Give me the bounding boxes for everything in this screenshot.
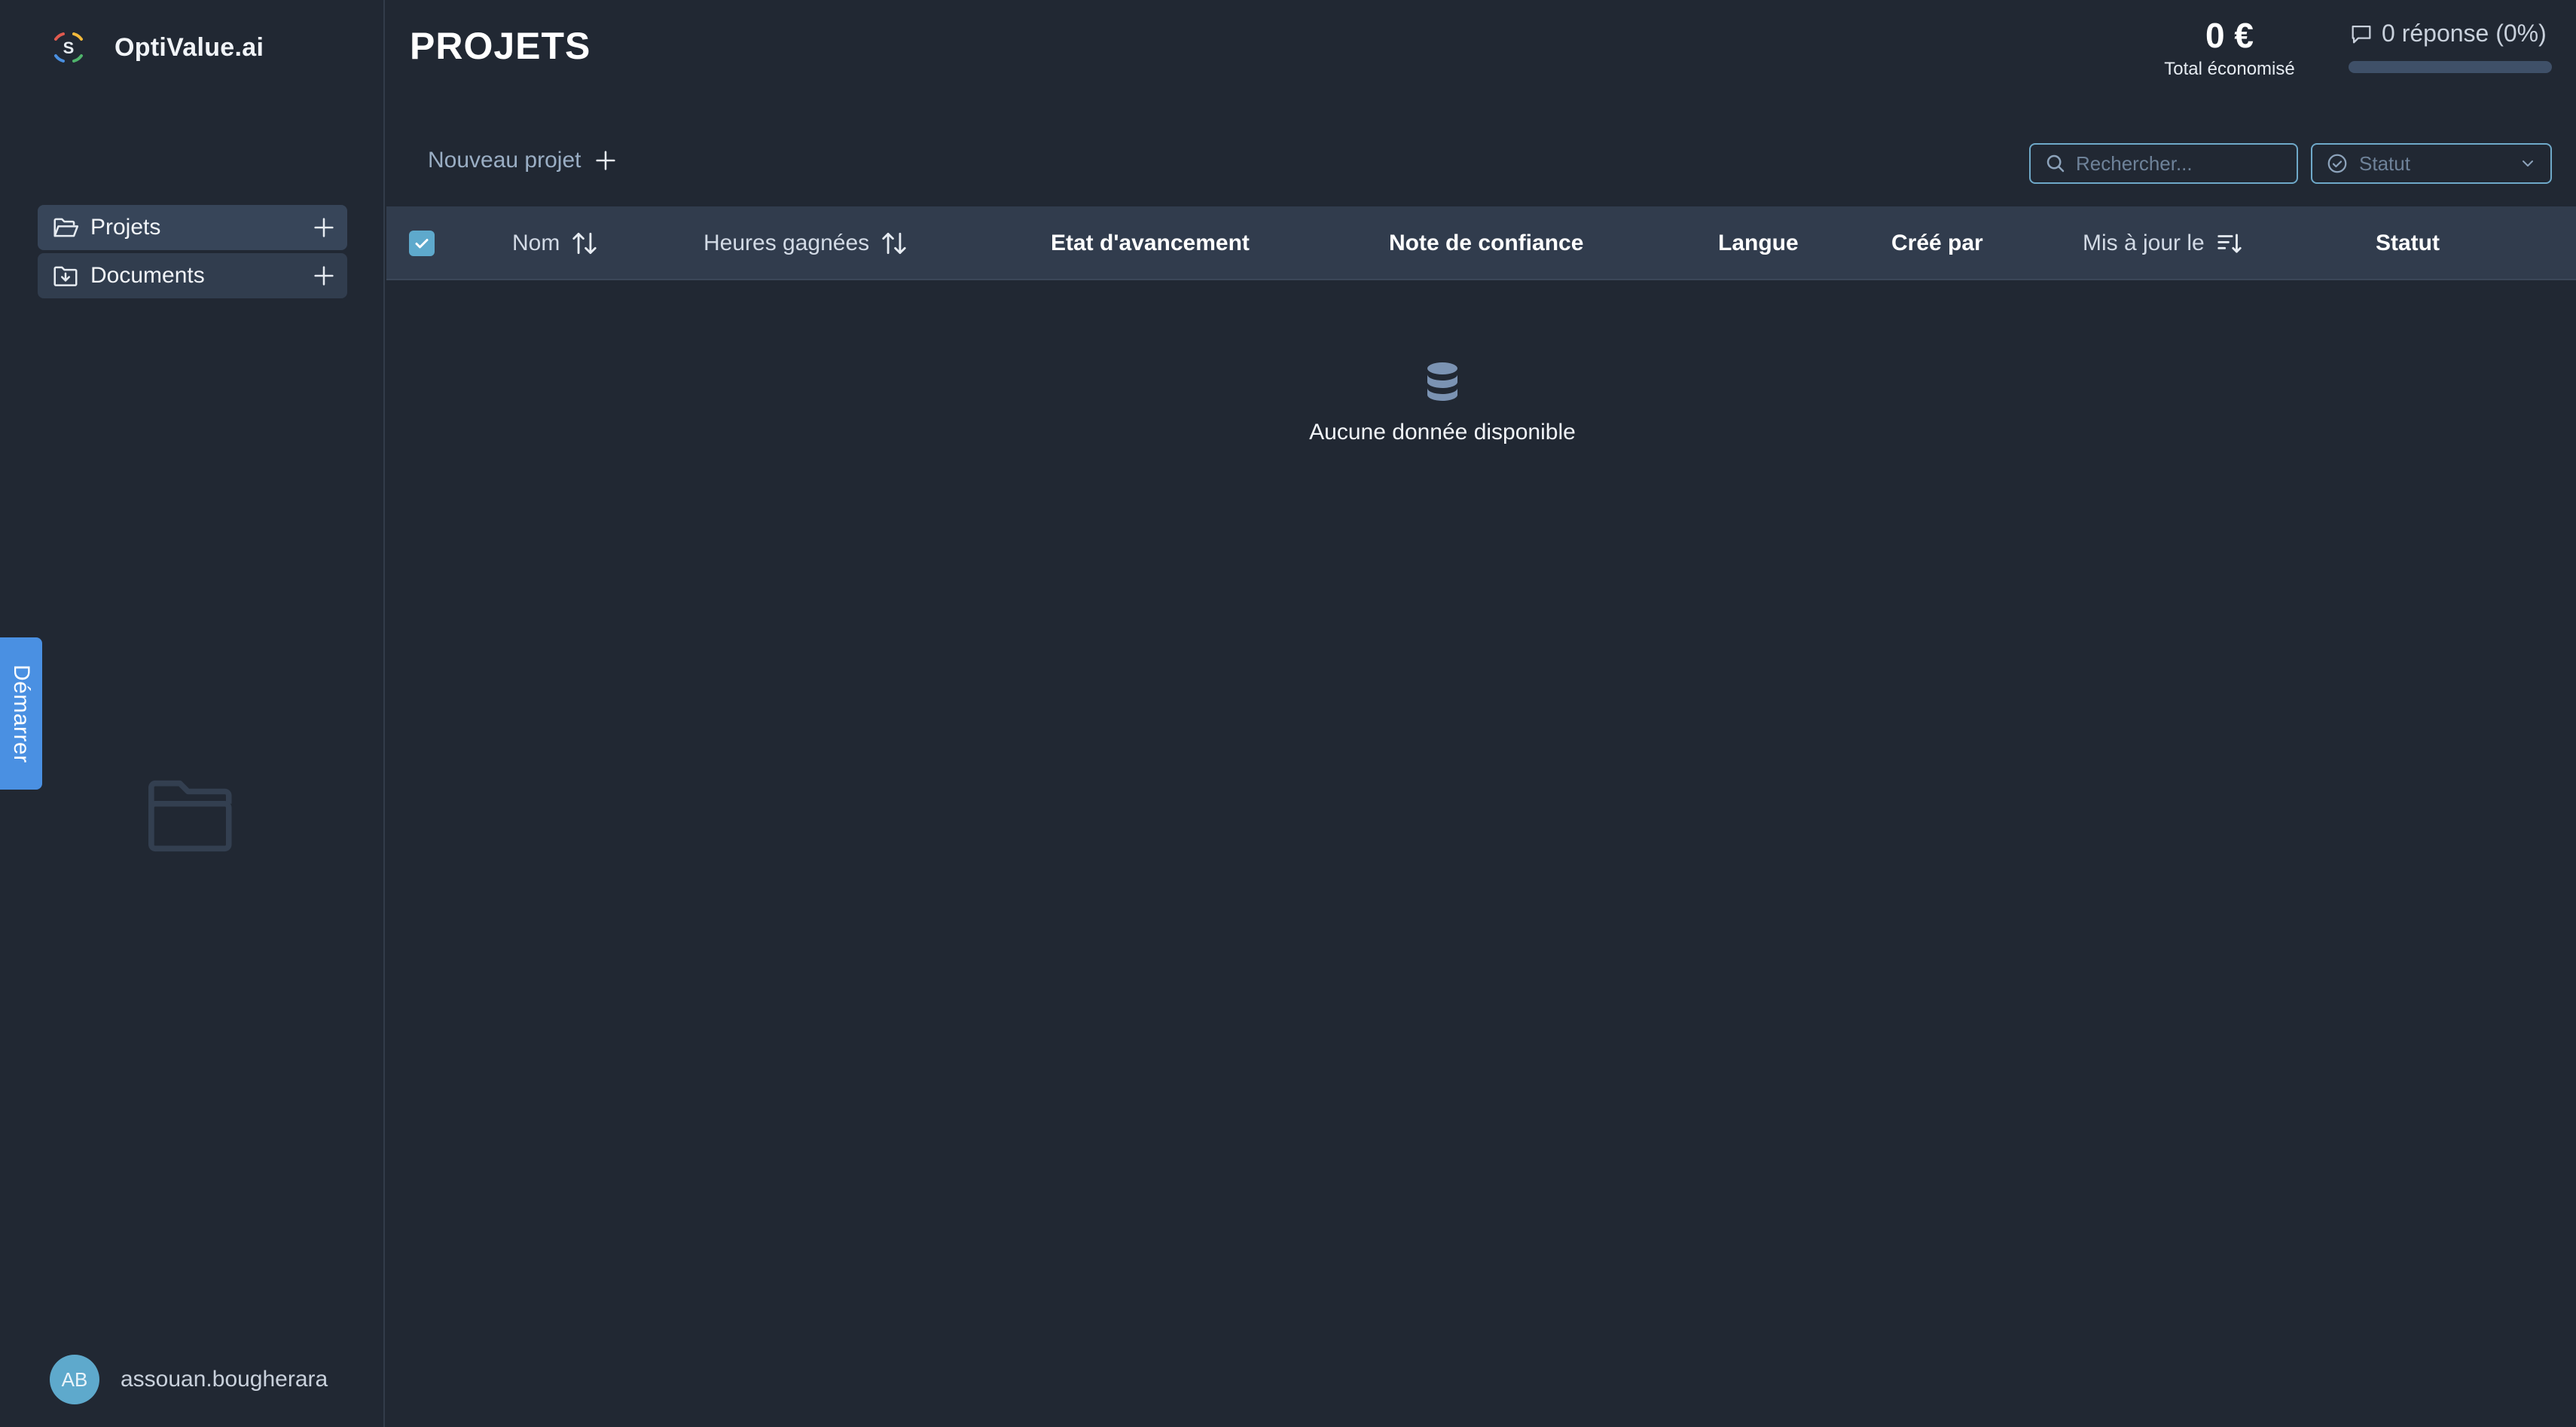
table-header: Nom Heures gagnées Etat d'avancement Not… [386, 206, 2576, 280]
sidebar-item-documents[interactable]: Documents [38, 253, 347, 298]
column-label: Etat d'avancement [1051, 231, 1250, 255]
sidebar: S OptiValue.ai Projets Documents AB asso… [0, 0, 385, 1427]
sidebar-item-label: Projets [90, 215, 161, 240]
status-filter-label: Statut [2359, 151, 2410, 175]
chevron-down-icon [2523, 160, 2533, 167]
column-label: Mis à jour le [2083, 231, 2205, 255]
sort-descending-icon [2217, 234, 2242, 253]
column-label: Statut [2376, 231, 2440, 255]
empty-state-text: Aucune donnée disponible [1309, 420, 1576, 445]
responses-text: 0 réponse (0%) [2382, 20, 2547, 47]
column-header-langue: Langue [1718, 206, 1799, 280]
sidebar-item-projets[interactable]: Projets [38, 205, 347, 250]
user-profile[interactable]: AB assouan.bougherara [50, 1355, 328, 1404]
logo-letter: S [63, 38, 75, 57]
app-name: OptiValue.ai [114, 32, 264, 62]
sidebar-item-label: Documents [90, 263, 205, 288]
add-project-icon[interactable] [311, 215, 337, 240]
column-header-mis-a-jour[interactable]: Mis à jour le [2083, 206, 2244, 280]
column-header-heures-gagnees[interactable]: Heures gagnées [704, 206, 908, 280]
sidebar-nav: Projets Documents [38, 205, 347, 301]
column-header-note-confiance: Note de confiance [1389, 206, 1583, 280]
table-empty-state: Aucune donnée disponible [1235, 362, 1650, 445]
search-input[interactable] [2076, 151, 2294, 176]
brand[interactable]: S OptiValue.ai [50, 29, 264, 66]
status-filter-select[interactable]: Statut [2311, 143, 2552, 184]
column-header-nom[interactable]: Nom [512, 206, 599, 280]
savings-value: 0 € [2205, 16, 2254, 55]
search-field[interactable] [2029, 143, 2298, 184]
start-button[interactable]: Démarrer [0, 637, 42, 790]
add-document-icon[interactable] [311, 263, 337, 289]
folder-download-icon [53, 266, 78, 286]
column-label: Nom [512, 231, 560, 255]
page-title: PROJETS [410, 25, 591, 67]
column-label: Langue [1718, 231, 1799, 255]
avatar: AB [50, 1355, 99, 1404]
folder-open-icon [53, 218, 79, 237]
savings-summary: 0 € Total économisé [2154, 15, 2305, 80]
column-header-cree-par: Créé par [1891, 206, 1983, 280]
app-logo-icon: S [54, 32, 83, 63]
plus-icon [596, 151, 616, 170]
sort-icon [882, 232, 906, 255]
column-header-etat-avancement: Etat d'avancement [1051, 206, 1250, 280]
empty-folder-icon [148, 780, 232, 852]
savings-label: Total économisé [2164, 59, 2295, 79]
sort-icon [572, 232, 597, 255]
new-project-label: Nouveau projet [428, 148, 581, 173]
start-label: Démarrer [9, 664, 34, 763]
column-label: Heures gagnées [704, 231, 870, 255]
search-icon [2046, 154, 2065, 173]
responses-progress-bar [2349, 61, 2552, 73]
checkmark-icon [415, 239, 429, 249]
select-all-checkbox[interactable] [409, 231, 435, 256]
chat-bubble-icon [2352, 25, 2371, 43]
column-label: Note de confiance [1389, 231, 1584, 255]
responses-summary[interactable]: 0 réponse (0%) [2349, 20, 2552, 73]
new-project-button[interactable]: Nouveau projet [428, 148, 618, 173]
username: assouan.bougherara [121, 1367, 328, 1392]
check-circle-icon [2327, 154, 2347, 173]
column-header-statut: Statut [2376, 206, 2440, 280]
database-icon [1427, 362, 1457, 401]
column-label: Créé par [1891, 231, 1983, 255]
